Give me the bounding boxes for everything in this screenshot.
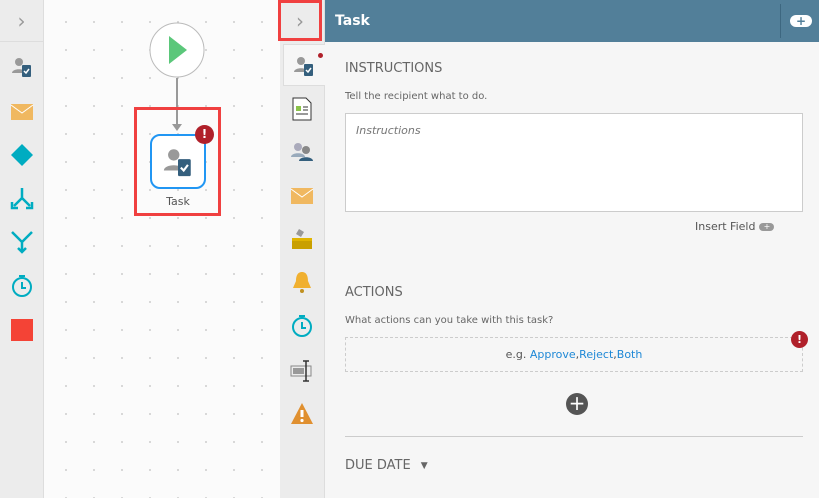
- shape-toolbar: ›: [0, 0, 44, 498]
- insert-field-label: Insert Field: [695, 220, 756, 233]
- properties-tab-strip: ›: [278, 0, 325, 498]
- panel-header: Task +: [325, 0, 819, 42]
- rename-field-icon[interactable]: [290, 359, 314, 383]
- task-icon: [294, 57, 313, 76]
- instructions-input[interactable]: [345, 113, 803, 212]
- task-shape-icon[interactable]: [10, 55, 34, 79]
- instructions-heading: INSTRUCTIONS: [345, 61, 443, 76]
- recipients-icon[interactable]: [290, 140, 314, 164]
- timer-shape-icon[interactable]: [10, 274, 34, 298]
- task-node-label: Task: [166, 195, 190, 208]
- actions-error-icon[interactable]: !: [791, 331, 808, 348]
- insert-field-link[interactable]: Insert Field +: [695, 220, 775, 233]
- example-both: Both: [616, 348, 643, 361]
- actions-hint: What actions can you take with this task…: [345, 315, 554, 326]
- task-icon: [163, 148, 191, 176]
- start-node[interactable]: [148, 21, 206, 79]
- form-icon[interactable]: [290, 97, 314, 121]
- due-date-section-toggle[interactable]: DUE DATE ▼: [345, 458, 428, 473]
- expand-toolbar-button[interactable]: ›: [0, 0, 43, 42]
- panel-title: Task: [335, 13, 370, 29]
- workflow-canvas[interactable]: ! Task: [44, 0, 280, 498]
- tab-task-properties[interactable]: [283, 44, 325, 86]
- instructions-hint: Tell the recipient what to do.: [345, 91, 488, 102]
- merge-shape-icon[interactable]: [10, 230, 34, 254]
- timer-icon[interactable]: [290, 314, 314, 338]
- split-shape-icon[interactable]: [10, 187, 34, 211]
- actions-heading: ACTIONS: [345, 285, 403, 300]
- task-node[interactable]: [150, 134, 206, 189]
- section-divider: [345, 436, 803, 437]
- outcome-box-icon[interactable]: [290, 227, 314, 251]
- add-action-button[interactable]: +: [566, 393, 588, 415]
- warning-icon[interactable]: [290, 402, 314, 426]
- email-icon[interactable]: [290, 184, 314, 208]
- email-shape-icon[interactable]: [10, 100, 34, 124]
- actions-input[interactable]: e.g. Approve, Reject, Both: [345, 337, 803, 372]
- task-properties-panel: Task + INSTRUCTIONS Tell the recipient w…: [325, 0, 819, 498]
- chevron-down-icon: ▼: [420, 460, 428, 471]
- end-shape-icon[interactable]: [10, 318, 34, 342]
- insert-field-header-icon[interactable]: +: [790, 15, 812, 27]
- decision-shape-icon[interactable]: [10, 143, 34, 167]
- error-icon[interactable]: !: [195, 125, 214, 144]
- notification-bell-icon[interactable]: [290, 270, 314, 294]
- example-prefix: e.g.: [505, 348, 527, 361]
- due-date-heading: DUE DATE: [345, 458, 411, 473]
- error-dot: [318, 53, 323, 58]
- example-reject: Reject: [579, 348, 614, 361]
- insert-field-icon: +: [759, 222, 775, 231]
- example-approve: Approve: [529, 348, 576, 361]
- collapse-panel-button[interactable]: ›: [278, 0, 322, 41]
- header-divider: [780, 4, 781, 38]
